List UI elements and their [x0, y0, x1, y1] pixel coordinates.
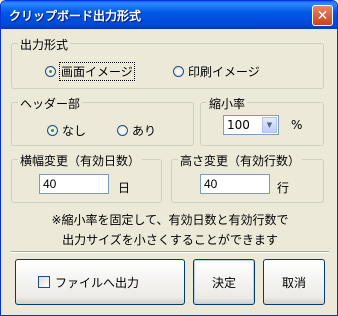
chevron-down-icon[interactable]: ▼	[262, 117, 277, 133]
height-rows-unit: 行	[277, 181, 290, 195]
radio-header-present-label: あり	[132, 124, 157, 138]
zoom-group: 縮小率 100 ▼ %	[200, 95, 324, 146]
zoom-select-value: 100	[227, 118, 250, 132]
file-output-checkbox-row[interactable]: ファイルへ出力	[38, 274, 139, 291]
title-bar[interactable]: クリップボード出力形式 ✕	[1, 1, 337, 29]
radio-print-image-label: 印刷イメージ	[188, 65, 260, 79]
height-change-legend: 高さ変更（有効行数）	[178, 152, 303, 169]
file-output-toggle[interactable]: ファイルへ出力	[15, 259, 185, 305]
radio-header-none[interactable]: なし	[47, 122, 86, 139]
output-format-group: 出力形式 画面イメージ 印刷イメージ	[11, 36, 324, 89]
radio-checked-icon	[45, 66, 56, 77]
width-change-group: 横幅変更（有効日数） 日	[11, 152, 162, 203]
radio-print-image[interactable]: 印刷イメージ	[173, 63, 260, 80]
radio-screen-image[interactable]: 画面イメージ	[45, 62, 135, 81]
zoom-select[interactable]: 100 ▼	[223, 115, 279, 135]
height-rows-input[interactable]	[200, 174, 270, 194]
zoom-legend: 縮小率	[207, 95, 248, 112]
note-line-1: ※縮小率を固定して、有効日数と有効行数で	[51, 213, 289, 227]
radio-header-none-label: なし	[62, 124, 87, 138]
separator	[11, 251, 329, 253]
width-days-input[interactable]	[39, 174, 109, 194]
output-format-legend: 出力形式	[18, 36, 71, 53]
header-section-group: ヘッダー部 なし あり	[11, 95, 194, 146]
cancel-button[interactable]: 取消	[263, 259, 325, 305]
note-line-2: 出力サイズを小さくすることができます	[62, 233, 278, 247]
width-days-unit: 日	[118, 181, 131, 195]
height-change-group: 高さ変更（有効行数） 行	[171, 152, 324, 203]
cancel-button-label: 取消	[281, 275, 306, 290]
header-section-legend: ヘッダー部	[18, 95, 83, 112]
dialog-window: クリップボード出力形式 ✕ 出力形式 画面イメージ 印刷イメージ ヘッダー部 な…	[0, 0, 338, 316]
close-button[interactable]: ✕	[312, 5, 333, 26]
close-icon: ✕	[316, 7, 329, 24]
radio-screen-image-label: 画面イメージ	[59, 62, 135, 81]
radio-checked-icon	[47, 125, 58, 136]
zoom-unit: %	[291, 118, 303, 132]
checkbox-unchecked-icon[interactable]	[38, 276, 50, 288]
ok-button-label: 決定	[211, 275, 236, 290]
width-change-legend: 横幅変更（有効日数）	[18, 152, 143, 169]
radio-unchecked-icon	[117, 125, 128, 136]
radio-header-present[interactable]: あり	[117, 122, 156, 139]
ok-button[interactable]: 決定	[193, 259, 255, 305]
file-output-label: ファイルへ出力	[55, 275, 140, 290]
radio-unchecked-icon	[173, 66, 184, 77]
window-title: クリップボード出力形式	[9, 9, 142, 23]
